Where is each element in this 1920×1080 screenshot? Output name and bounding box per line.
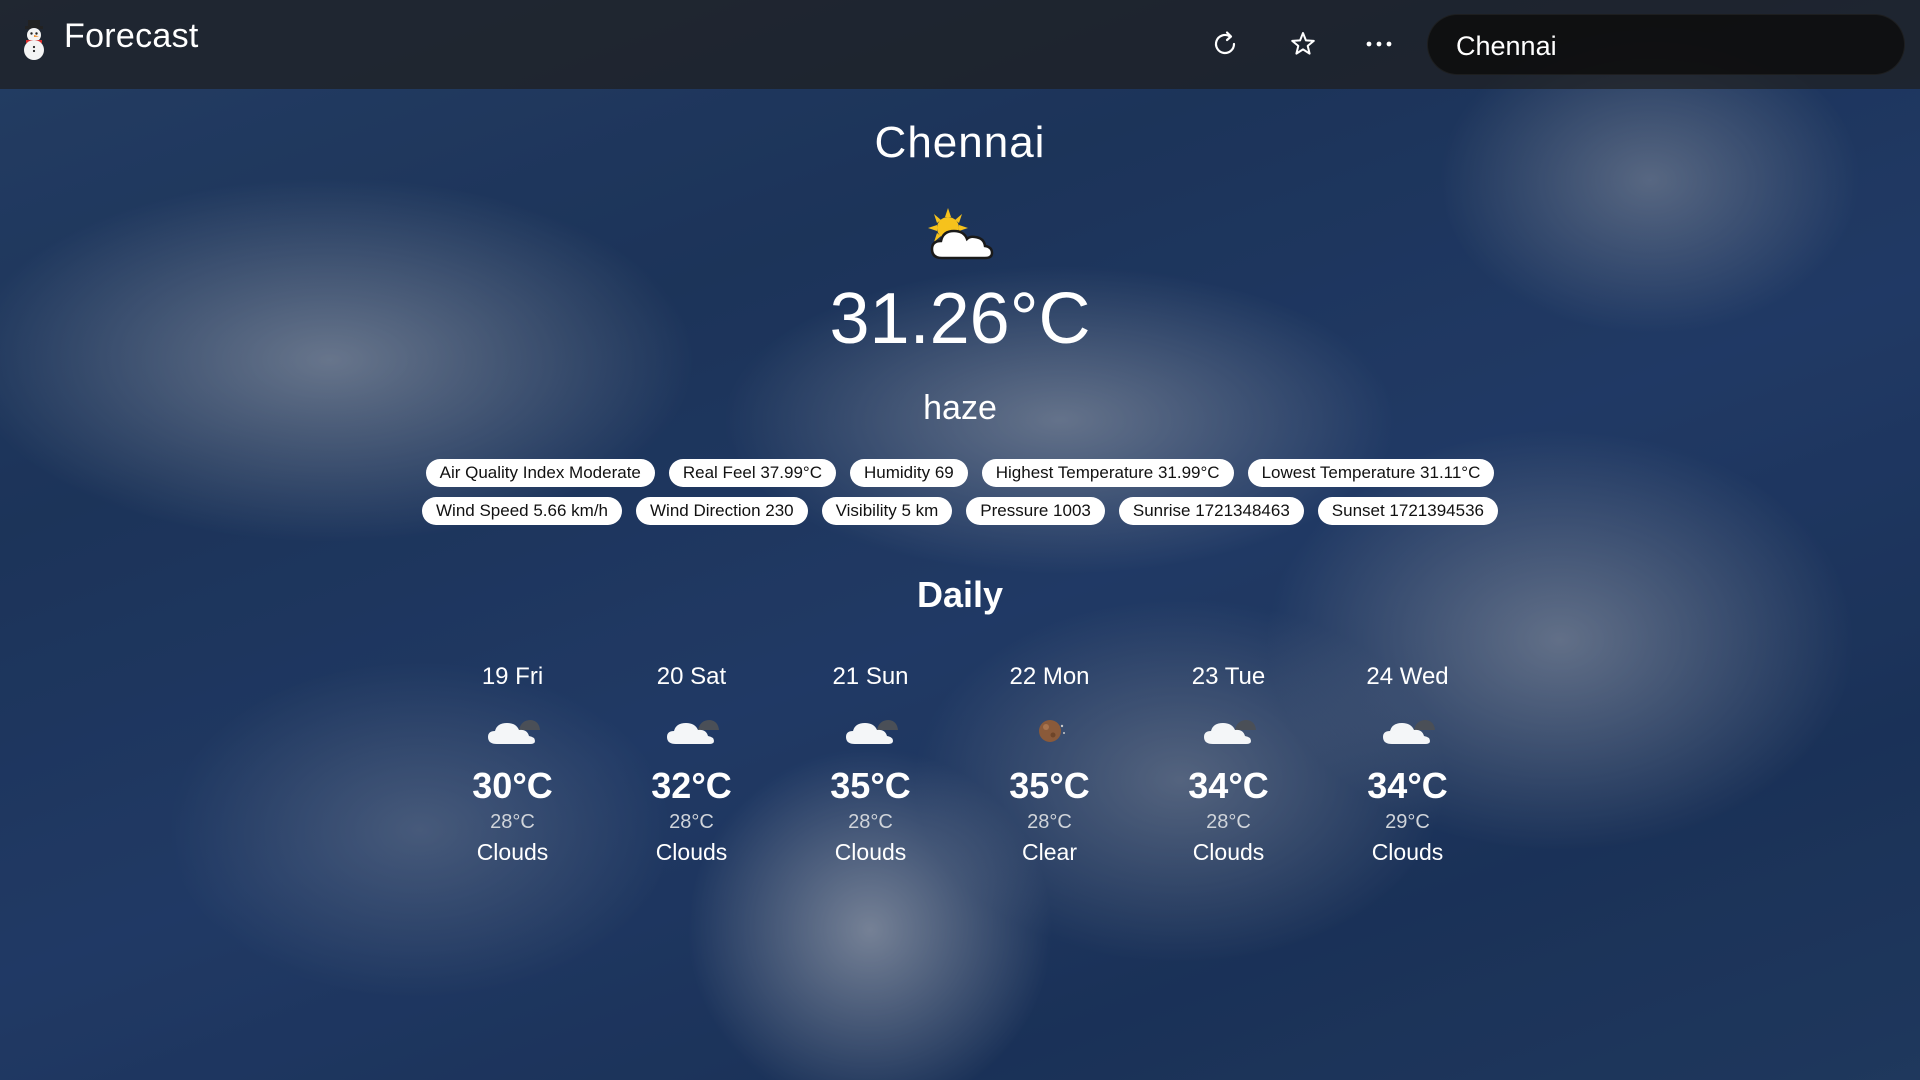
- day-date: 23 Tue: [1191, 663, 1266, 690]
- daily-forecast: 19 Fri 30°C 28°C Clouds 20 Sat 32°C 28°C…: [423, 660, 1497, 868]
- day-low: 28°C: [1027, 811, 1072, 833]
- details-row-1: Air Quality Index Moderate Real Feel 37.…: [0, 459, 1920, 487]
- day-low: 29°C: [1385, 811, 1430, 833]
- day-high: 35°C: [1009, 765, 1090, 806]
- more-horizontal-icon: [1366, 41, 1392, 47]
- humidity-chip: Humidity 69: [849, 459, 968, 487]
- forecast-day: 23 Tue 34°C 28°C Clouds: [1139, 660, 1318, 868]
- more-options-button[interactable]: [1355, 20, 1403, 68]
- day-condition: Clouds: [834, 839, 907, 865]
- day-date: 20 Sat: [656, 663, 727, 690]
- forecast-day: 24 Wed 34°C 29°C Clouds: [1318, 660, 1497, 868]
- highest-temperature-chip: Highest Temperature 31.99°C: [981, 459, 1234, 487]
- favorite-button[interactable]: [1279, 20, 1327, 68]
- refresh-button[interactable]: [1201, 20, 1249, 68]
- aqi-chip: Air Quality Index Moderate: [425, 459, 655, 487]
- daily-title: Daily: [916, 574, 1004, 615]
- cloudy-night-icon: [845, 720, 898, 744]
- visibility-chip: Visibility 5 km: [821, 497, 953, 525]
- cloudy-night-icon: [666, 720, 719, 744]
- day-date: 24 Wed: [1366, 663, 1449, 690]
- day-high: 32°C: [651, 765, 732, 806]
- sunset-chip: Sunset 1721394536: [1317, 497, 1498, 525]
- city-name: Chennai: [874, 118, 1046, 167]
- wind-speed-chip: Wind Speed 5.66 km/h: [422, 497, 622, 525]
- day-high: 35°C: [830, 765, 911, 806]
- current-condition: haze: [923, 389, 997, 427]
- forecast-day: 21 Sun 35°C 28°C Clouds: [781, 660, 960, 868]
- lowest-temperature-chip: Lowest Temperature 31.11°C: [1247, 459, 1495, 487]
- day-date: 21 Sun: [832, 663, 909, 690]
- day-condition: Clouds: [655, 839, 728, 865]
- current-temperature: 31.26°C: [829, 279, 1091, 359]
- details-row-2: Wind Speed 5.66 km/h Wind Direction 230 …: [0, 497, 1920, 525]
- refresh-icon: [1214, 31, 1236, 55]
- day-condition: Clear: [1022, 839, 1077, 865]
- day-condition: Clouds: [476, 839, 549, 865]
- forecast-day: 22 Mon 35°C 28°C Clear: [960, 660, 1139, 868]
- wind-direction-chip: Wind Direction 230: [636, 497, 808, 525]
- real-feel-chip: Real Feel 37.99°C: [668, 459, 836, 487]
- sun-behind-cloud-icon: [928, 208, 994, 260]
- day-low: 28°C: [848, 811, 893, 833]
- day-low: 28°C: [669, 811, 714, 833]
- day-high: 30°C: [472, 765, 553, 806]
- search-box[interactable]: [1427, 14, 1905, 75]
- cloudy-night-icon: [487, 720, 540, 744]
- sunrise-chip: Sunrise 1721348463: [1118, 497, 1304, 525]
- day-condition: Clouds: [1371, 839, 1444, 865]
- forecast-day: 20 Sat 32°C 28°C Clouds: [602, 660, 781, 868]
- search-input[interactable]: [1454, 23, 1878, 69]
- day-high: 34°C: [1188, 765, 1269, 806]
- cloudy-night-icon: [1382, 720, 1435, 744]
- star-icon: [1291, 32, 1315, 55]
- app-title: Forecast: [64, 17, 199, 55]
- day-low: 28°C: [1206, 811, 1251, 833]
- snowman-icon: [24, 20, 44, 60]
- day-date: 19 Fri: [481, 663, 544, 690]
- day-low: 28°C: [490, 811, 535, 833]
- top-bar: Forecast: [0, 0, 1920, 89]
- pressure-chip: Pressure 1003: [966, 497, 1105, 525]
- forecast-day: 19 Fri 30°C 28°C Clouds: [423, 660, 602, 868]
- day-condition: Clouds: [1192, 839, 1265, 865]
- day-high: 34°C: [1367, 765, 1448, 806]
- cloudy-night-icon: [1203, 720, 1256, 744]
- moon-icon: [1038, 720, 1065, 742]
- day-date: 22 Mon: [1009, 663, 1090, 690]
